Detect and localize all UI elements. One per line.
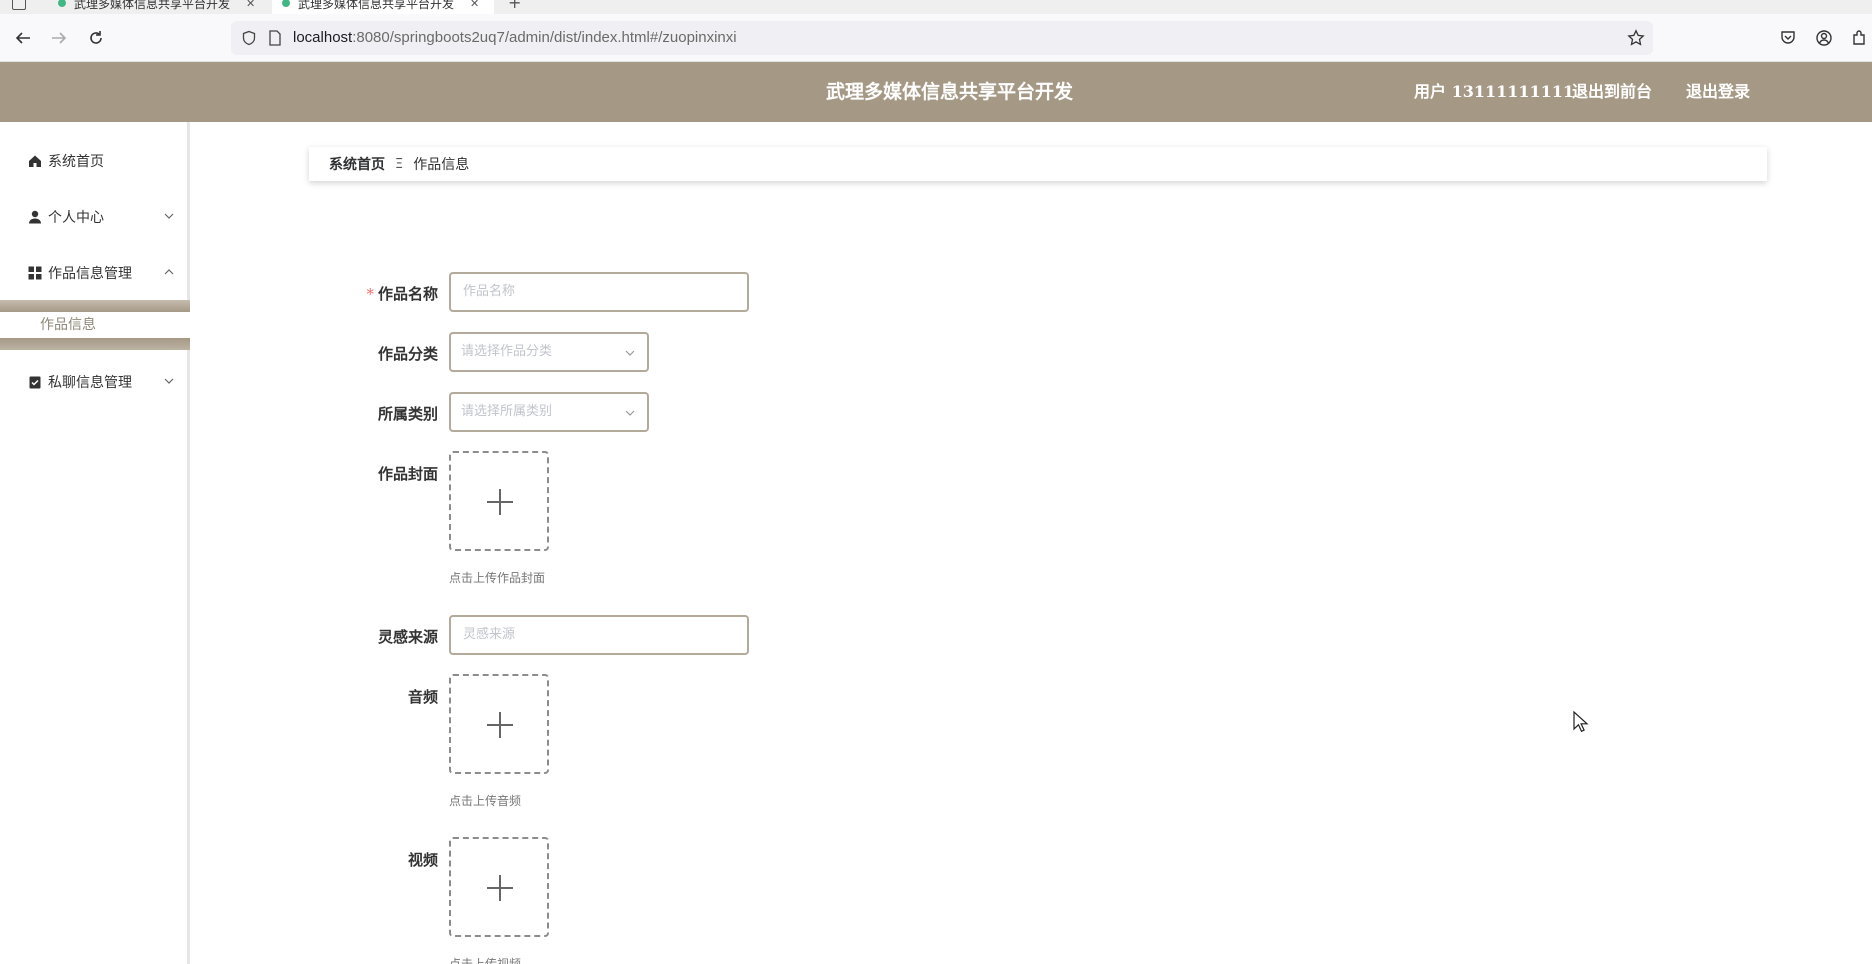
sidebar-item-private-chat-management[interactable]: 私聊信息管理 — [0, 354, 190, 410]
url-path: :8080/springboots2uq7/admin/dist/index.h… — [352, 29, 737, 46]
vue-favicon-icon — [282, 0, 290, 7]
close-tab-icon[interactable]: ✕ — [470, 0, 479, 10]
browser-tab-strip: 武理多媒体信息共享平台开发 ✕ 武理多媒体信息共享平台开发 ✕ + — [0, 0, 1872, 14]
close-tab-icon[interactable]: ✕ — [246, 0, 255, 10]
sidebar-item-label: 作品信息管理 — [48, 266, 132, 282]
cover-upload[interactable] — [449, 451, 549, 551]
chevron-up-icon — [164, 269, 174, 275]
plus-icon-vertical — [499, 489, 501, 515]
browser-tab-title: 武理多媒体信息共享平台开发 — [298, 0, 455, 11]
tab-overview-icon[interactable] — [12, 0, 26, 10]
home-icon — [28, 154, 42, 168]
browser-tab[interactable]: 武理多媒体信息共享平台开发 ✕ — [58, 0, 290, 14]
shield-icon[interactable] — [238, 27, 260, 49]
chevron-down-icon — [164, 378, 174, 384]
sidebar-item-personal-center[interactable]: 个人中心 — [0, 189, 190, 245]
reload-icon[interactable] — [85, 27, 107, 49]
user-icon — [28, 210, 42, 224]
sidebar-item-home[interactable]: 系统首页 — [0, 133, 190, 189]
required-mark: * — [366, 285, 374, 303]
page-info-icon[interactable] — [264, 27, 286, 49]
grid-icon — [28, 266, 42, 280]
submenu-band-top — [0, 300, 190, 312]
video-upload[interactable] — [449, 837, 549, 937]
logout-link[interactable]: 退出登录 — [1686, 62, 1750, 122]
url-host: localhost — [293, 29, 353, 46]
app-title: 武理多媒体信息共享平台开发 — [826, 81, 1074, 103]
browser-tab-active[interactable]: 武理多媒体信息共享平台开发 ✕ — [272, 0, 494, 14]
chevron-down-icon — [625, 350, 635, 356]
submenu-band-bottom — [0, 338, 190, 350]
work-name-label-text: 作品名称 — [377, 285, 438, 303]
app-header: 武理多媒体信息共享平台开发 用户 13111111111 退出到前台 退出登录 — [0, 62, 1872, 122]
cover-label: 作品封面 — [377, 465, 438, 483]
mouse-cursor-icon — [1573, 711, 1589, 733]
new-tab-icon[interactable]: + — [508, 0, 521, 14]
type-label: 所属类别 — [377, 405, 438, 423]
video-label: 视频 — [407, 851, 438, 869]
url-text[interactable]: localhost:8080/springboots2uq7/admin/dis… — [293, 21, 737, 55]
inspiration-input[interactable]: 灵感来源 — [449, 615, 749, 655]
vue-favicon-icon — [58, 0, 66, 7]
back-icon[interactable] — [12, 27, 34, 49]
chevron-down-icon — [625, 410, 635, 416]
audio-upload-tip: 点击上传音频 — [449, 794, 522, 808]
address-bar[interactable]: localhost:8080/springboots2uq7/admin/dis… — [231, 21, 1653, 55]
audio-label: 音频 — [407, 688, 438, 706]
sidebar-item-label: 个人中心 — [48, 210, 104, 226]
sidebar: 系统首页 个人中心 作品信息管理 作品信息 私聊信息管理 — [0, 122, 190, 964]
pocket-icon[interactable] — [1777, 27, 1799, 49]
exit-to-frontend-link[interactable]: 退出到前台 — [1572, 62, 1652, 122]
bookmark-star-icon[interactable] — [1625, 27, 1647, 49]
sidebar-item-label: 私聊信息管理 — [48, 375, 132, 391]
type-placeholder: 请选择所属类别 — [461, 404, 553, 419]
forward-icon[interactable] — [48, 27, 70, 49]
inspiration-label: 灵感来源 — [377, 628, 438, 646]
clipboard-icon — [28, 375, 42, 389]
type-select[interactable]: 请选择所属类别 — [449, 392, 649, 432]
works-submenu: 作品信息 — [0, 300, 190, 350]
chevron-down-icon — [164, 213, 174, 219]
plus-icon-vertical — [499, 875, 501, 901]
browser-toolbar: localhost:8080/springboots2uq7/admin/dis… — [0, 14, 1872, 62]
account-icon[interactable] — [1813, 27, 1835, 49]
sidebar-subitem-works-info[interactable]: 作品信息 — [0, 312, 190, 338]
work-category-placeholder: 请选择作品分类 — [461, 344, 553, 359]
cover-upload-tip: 点击上传作品封面 — [449, 571, 546, 585]
extensions-icon[interactable] — [1848, 27, 1870, 49]
audio-upload[interactable] — [449, 674, 549, 774]
current-user: 用户 13111111111 — [1414, 82, 1575, 101]
video-upload-tip: 点击上传视频 — [449, 957, 522, 964]
plus-icon-vertical — [499, 712, 501, 738]
work-category-select[interactable]: 请选择作品分类 — [449, 332, 649, 372]
work-name-input[interactable]: 作品名称 — [449, 272, 749, 312]
breadcrumb-separator: Ξ — [395, 156, 404, 172]
sidebar-item-works-management[interactable]: 作品信息管理 — [0, 245, 190, 301]
sidebar-item-label: 系统首页 — [48, 154, 104, 170]
work-name-label: * 作品名称 — [308, 283, 438, 304]
breadcrumb: 系统首页 Ξ 作品信息 — [309, 147, 1767, 181]
breadcrumb-home[interactable]: 系统首页 — [329, 154, 385, 174]
breadcrumb-current: 作品信息 — [413, 157, 470, 173]
work-category-label: 作品分类 — [377, 345, 438, 363]
browser-tab-title: 武理多媒体信息共享平台开发 — [74, 0, 231, 11]
